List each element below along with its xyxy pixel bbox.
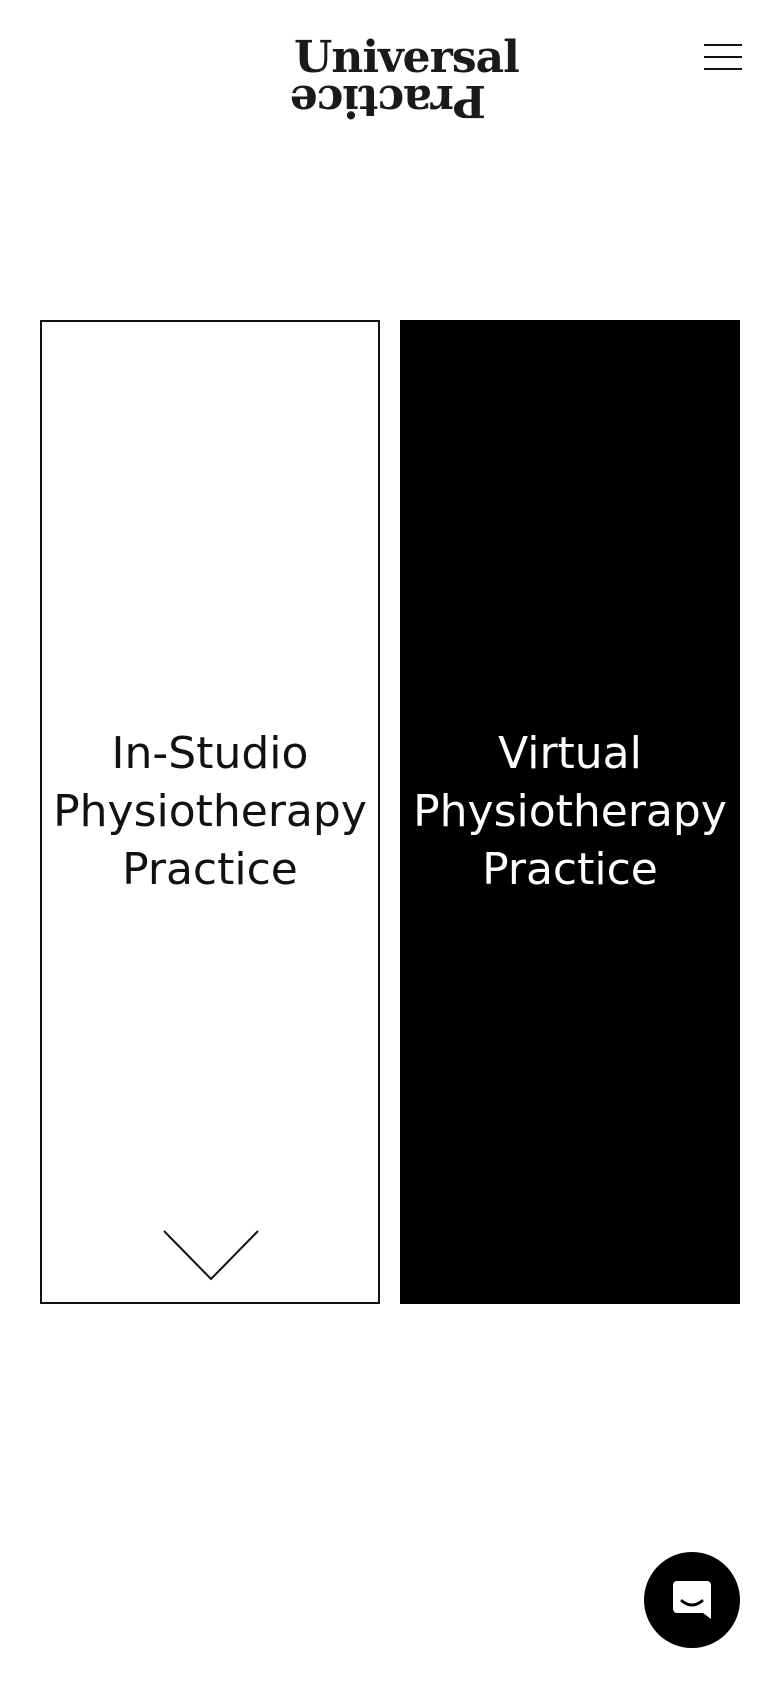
site-header: Universal Practice [0, 0, 780, 140]
menu-bar-bottom [704, 68, 742, 70]
in-studio-practice-title: In-Studio Physiotherapy Practice [53, 728, 367, 895]
logo[interactable]: Universal Practice [290, 32, 520, 127]
menu-bar-middle [704, 56, 742, 58]
logo-line-practice-inverted: Practice [290, 75, 486, 126]
virtual-practice-title: Virtual Physiotherapy Practice [413, 728, 727, 895]
logo-line-universal: Universal [294, 32, 520, 83]
chevron-down-icon [163, 1230, 259, 1281]
in-studio-practice-card[interactable]: In-Studio Physiotherapy Practice [40, 320, 380, 1304]
hamburger-menu-icon[interactable] [704, 42, 742, 72]
virtual-practice-card[interactable]: Virtual Physiotherapy Practice [400, 320, 740, 1304]
menu-bar-top [704, 44, 742, 46]
chat-launcher-button[interactable] [644, 1552, 740, 1648]
chat-icon [673, 1581, 711, 1619]
